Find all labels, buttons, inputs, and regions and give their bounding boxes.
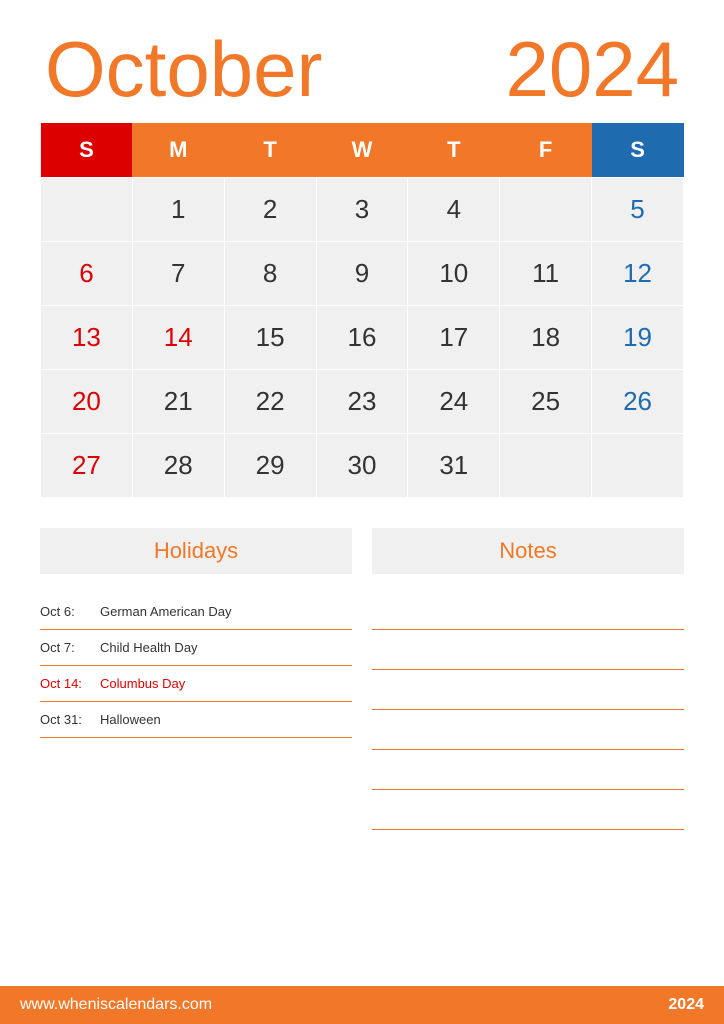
day-cell: 6 xyxy=(41,242,133,306)
col-thursday: T xyxy=(408,123,500,178)
day-cell: 15 xyxy=(224,306,316,370)
table-row: 6 7 8 9 10 11 12 xyxy=(41,242,684,306)
day-cell: 16 xyxy=(316,306,408,370)
day-cell: 8 xyxy=(224,242,316,306)
day-cell: 28 xyxy=(132,434,224,498)
holidays-title: Holidays xyxy=(40,528,352,574)
table-row: 13 14 15 16 17 18 19 xyxy=(41,306,684,370)
footer-url: www.wheniscalendars.com xyxy=(20,996,212,1014)
list-item: Oct 6: German American Day xyxy=(40,594,352,630)
note-line[interactable] xyxy=(372,714,684,750)
calendar-body: 1 2 3 4 5 6 7 8 9 10 11 12 xyxy=(41,178,684,498)
bottom-section: Holidays Oct 6: German American Day Oct … xyxy=(0,498,724,986)
month-title: October xyxy=(45,30,322,108)
note-line[interactable] xyxy=(372,754,684,790)
col-sunday: S xyxy=(41,123,133,178)
day-cell: 26 xyxy=(592,370,684,434)
day-cell: 18 xyxy=(500,306,592,370)
day-cell: 10 xyxy=(408,242,500,306)
day-cell xyxy=(500,434,592,498)
day-cell: 7 xyxy=(132,242,224,306)
day-cell: 3 xyxy=(316,178,408,242)
notes-title: Notes xyxy=(372,528,684,574)
day-cell xyxy=(592,434,684,498)
day-cell: 2 xyxy=(224,178,316,242)
footer: www.wheniscalendars.com 2024 xyxy=(0,986,724,1024)
day-cell: 12 xyxy=(592,242,684,306)
holiday-date: Oct 31: xyxy=(40,712,100,727)
day-cell: 19 xyxy=(592,306,684,370)
calendar-header-row: S M T W T F S xyxy=(41,123,684,178)
day-cell: 14 xyxy=(132,306,224,370)
note-line[interactable] xyxy=(372,674,684,710)
list-item: Oct 14: Columbus Day xyxy=(40,666,352,702)
day-cell xyxy=(41,178,133,242)
day-cell: 1 xyxy=(132,178,224,242)
day-cell: 24 xyxy=(408,370,500,434)
header: October 2024 xyxy=(0,0,724,123)
notes-section: Notes xyxy=(372,528,684,966)
year-title: 2024 xyxy=(505,30,679,108)
notes-lines xyxy=(372,594,684,834)
day-cell: 4 xyxy=(408,178,500,242)
table-row: 27 28 29 30 31 xyxy=(41,434,684,498)
day-cell: 29 xyxy=(224,434,316,498)
col-tuesday: T xyxy=(224,123,316,178)
day-cell xyxy=(500,178,592,242)
day-cell: 21 xyxy=(132,370,224,434)
col-wednesday: W xyxy=(316,123,408,178)
holiday-date: Oct 14: xyxy=(40,676,100,691)
day-cell: 11 xyxy=(500,242,592,306)
note-line[interactable] xyxy=(372,794,684,830)
day-cell: 31 xyxy=(408,434,500,498)
day-cell: 27 xyxy=(41,434,133,498)
holiday-name: Columbus Day xyxy=(100,676,185,691)
day-cell: 25 xyxy=(500,370,592,434)
holiday-name: Child Health Day xyxy=(100,640,198,655)
note-line[interactable] xyxy=(372,634,684,670)
col-friday: F xyxy=(500,123,592,178)
col-saturday: S xyxy=(592,123,684,178)
table-row: 1 2 3 4 5 xyxy=(41,178,684,242)
list-item: Oct 7: Child Health Day xyxy=(40,630,352,666)
footer-year: 2024 xyxy=(668,996,704,1014)
holidays-section: Holidays Oct 6: German American Day Oct … xyxy=(40,528,352,966)
holiday-name: Halloween xyxy=(100,712,161,727)
calendar-table: S M T W T F S 1 2 3 4 5 xyxy=(40,123,684,498)
holiday-date: Oct 6: xyxy=(40,604,100,619)
holiday-name: German American Day xyxy=(100,604,232,619)
day-cell: 30 xyxy=(316,434,408,498)
day-cell: 23 xyxy=(316,370,408,434)
note-line[interactable] xyxy=(372,594,684,630)
day-cell: 9 xyxy=(316,242,408,306)
day-cell: 20 xyxy=(41,370,133,434)
col-monday: M xyxy=(132,123,224,178)
calendar-page: October 2024 S M T W T F S 1 xyxy=(0,0,724,1024)
calendar-wrapper: S M T W T F S 1 2 3 4 5 xyxy=(0,123,724,498)
day-cell: 5 xyxy=(592,178,684,242)
table-row: 20 21 22 23 24 25 26 xyxy=(41,370,684,434)
list-item: Oct 31: Halloween xyxy=(40,702,352,738)
day-cell: 17 xyxy=(408,306,500,370)
day-cell: 22 xyxy=(224,370,316,434)
holiday-date: Oct 7: xyxy=(40,640,100,655)
day-cell: 13 xyxy=(41,306,133,370)
